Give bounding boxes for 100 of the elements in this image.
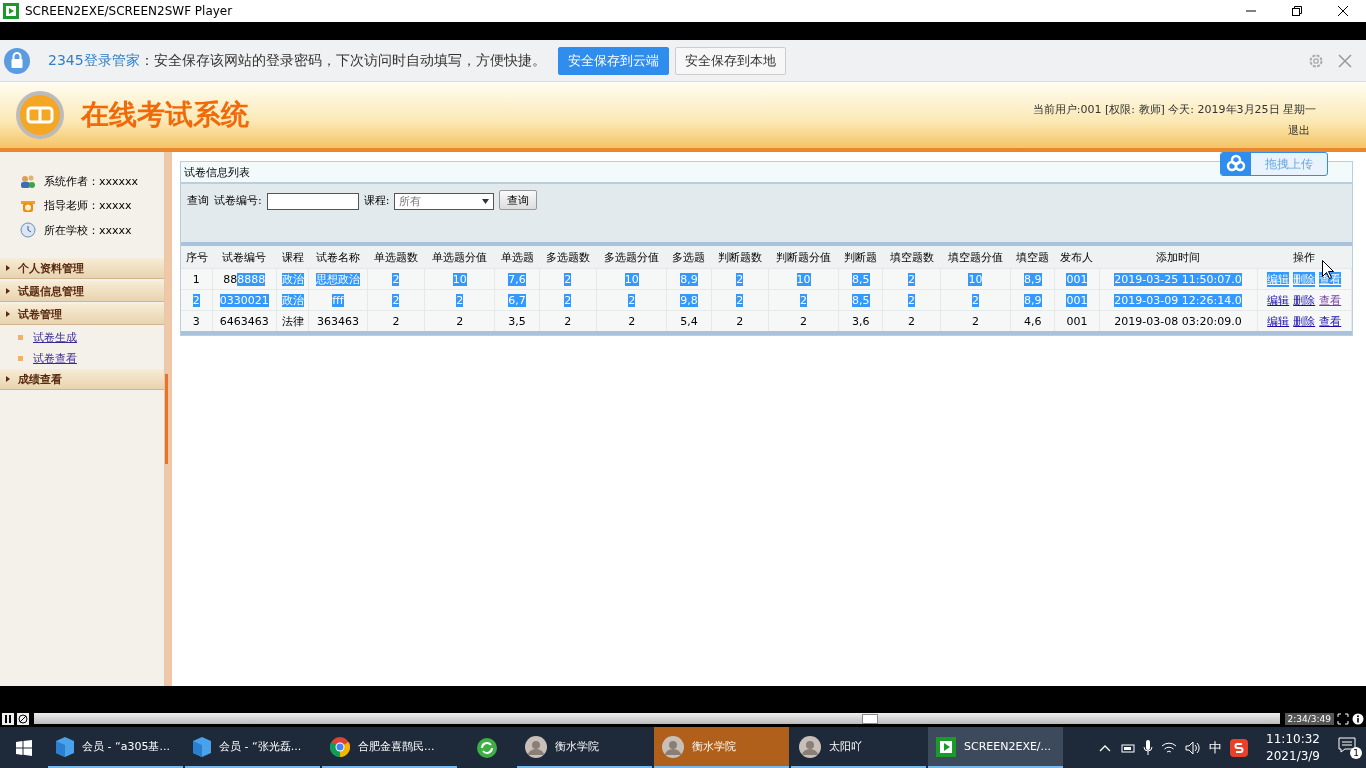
menu-header[interactable]: 成绩查看 [0, 369, 164, 390]
close-icon[interactable] [1338, 6, 1348, 16]
table-cell: 2019-03-08 03:20:09.0 [1114, 314, 1242, 328]
column-header: 单选题分值 [424, 246, 495, 269]
course-dropdown[interactable]: 所有 [394, 193, 495, 210]
table-cell: 8,9 [1024, 293, 1042, 307]
action-link[interactable]: 编辑 [1267, 313, 1290, 329]
table-cell: 2 [908, 314, 916, 328]
taskbar-app[interactable]: 合肥金喜鹊民... [322, 727, 457, 768]
table-cell: 888888 [223, 272, 266, 286]
avatar-icon [525, 735, 547, 758]
table-cell: 2 [392, 272, 400, 286]
sogou-icon[interactable] [1230, 738, 1249, 757]
microphone-icon[interactable] [1143, 739, 1154, 756]
menu-link[interactable]: 试卷生成 [33, 330, 77, 345]
taskbar-app[interactable]: 太阳吖 [791, 727, 926, 768]
table-cell: 6,7 [508, 293, 526, 307]
search-label: 查询 [187, 193, 209, 209]
chevron-up-icon[interactable] [1099, 743, 1112, 752]
table-cell: 8,5 [852, 293, 870, 307]
avatar-icon [799, 735, 821, 758]
menu-link[interactable]: 试卷查看 [33, 351, 77, 366]
splitter-handle[interactable] [165, 152, 172, 686]
input-method[interactable]: 中 [1209, 738, 1223, 757]
taskbar-app[interactable]: SCREEN2EXE/... [928, 727, 1063, 768]
logout-link[interactable]: 退出 [1288, 123, 1310, 138]
table-cell: 2 [392, 293, 400, 307]
menu-header[interactable]: 试题信息管理 [0, 281, 164, 302]
action-link[interactable]: 编辑 [1267, 292, 1290, 308]
table-cell: 5,4 [680, 314, 698, 328]
speaker-icon[interactable] [1185, 740, 1202, 755]
table-cell: 2 [456, 314, 464, 328]
taskbar-app[interactable]: 衡水学院 [517, 727, 652, 768]
table-cell: 001 [1066, 293, 1088, 307]
table-cell: 2019-03-25 11:50:07.0 [1114, 272, 1242, 286]
column-header: 填空题 [1010, 246, 1055, 269]
table-cell: 2 [800, 293, 808, 307]
table-cell: 1 [192, 272, 200, 286]
search-button[interactable]: 查询 [499, 190, 538, 210]
triangle-icon [6, 311, 10, 317]
logo-icon [15, 90, 65, 140]
action-link[interactable]: 删除 [1293, 313, 1316, 329]
windows-start-icon[interactable] [16, 739, 32, 756]
alarm-clock-icon [20, 198, 36, 213]
table-cell: 2 [971, 314, 979, 328]
triangle-icon [6, 265, 10, 271]
fullscreen-icon[interactable] [1337, 712, 1349, 725]
stop-icon[interactable] [17, 712, 29, 725]
table-cell: 2 [456, 293, 464, 307]
table-cell: 4,6 [1024, 314, 1042, 328]
table-cell: 0330021 [219, 293, 269, 307]
column-header: 判断题分值 [768, 246, 839, 269]
window-title: SCREEN2EXE/SCREEN2SWF Player [25, 4, 234, 18]
table-cell: 6463463 [219, 314, 269, 328]
table-cell: 10 [968, 272, 983, 286]
column-header: 填空题分值 [940, 246, 1011, 269]
column-header: 添加时间 [1099, 246, 1257, 269]
table-cell: 2 [628, 293, 636, 307]
taskbar-app[interactable]: 衡水学院 [654, 727, 789, 768]
restore-icon[interactable] [1292, 6, 1302, 16]
action-link[interactable]: 查看 [1319, 313, 1342, 329]
table-cell: 10 [624, 272, 639, 286]
user-info: 当前用户:001 [权限: 教师] 今天: 2019年3月25日 星期一 [1032, 102, 1316, 117]
cube-icon [193, 736, 211, 757]
battery-icon[interactable] [1119, 741, 1136, 754]
browser-icon [330, 736, 350, 757]
info-icon[interactable] [1352, 712, 1364, 725]
input-field[interactable] [266, 193, 359, 210]
table-cell: 2 [564, 314, 572, 328]
table-cell: 8,5 [852, 272, 870, 286]
table-cell: 10 [452, 272, 467, 286]
column-header: 多选题 [666, 246, 712, 269]
app-icon [936, 736, 956, 757]
bullet-icon [18, 335, 23, 340]
taskbar-app[interactable]: 会员 - “张光磊... [185, 727, 320, 768]
field-label: 试卷编号: [214, 193, 262, 209]
action-link[interactable]: 删除 [1293, 292, 1316, 308]
table-cell: 8,9 [680, 272, 698, 286]
clock-date[interactable]: 2021/3/9 [1266, 747, 1320, 765]
notification-button[interactable]: 1 [1338, 736, 1360, 759]
table-cell: 363463 [317, 314, 359, 328]
clock-time[interactable]: 11:10:32 [1266, 730, 1320, 748]
table-cell: 10 [796, 272, 811, 286]
info-text: 指导老师：xxxxx [44, 198, 132, 213]
save-button[interactable]: 安全保存到本地 [674, 46, 786, 75]
menu-header[interactable]: 试卷管理 [0, 304, 164, 325]
taskbar-app[interactable]: 会员 - “a305基... [48, 727, 183, 768]
clock-icon [20, 222, 36, 238]
table-cell: 8,9 [1024, 272, 1042, 286]
wifi-icon[interactable] [1161, 740, 1178, 755]
column-header: 发布人 [1054, 246, 1100, 269]
column-header: 课程 [276, 246, 309, 269]
triangle-icon [6, 288, 10, 294]
action-link[interactable]: 查看 [1319, 292, 1342, 308]
menu-header[interactable]: 个人资料管理 [0, 258, 164, 279]
pause-icon[interactable] [2, 712, 14, 725]
seek-handle[interactable] [861, 714, 878, 724]
table-cell: 001 [1066, 272, 1088, 286]
table-cell: 政治 [281, 293, 304, 307]
avatar-icon [662, 735, 684, 758]
